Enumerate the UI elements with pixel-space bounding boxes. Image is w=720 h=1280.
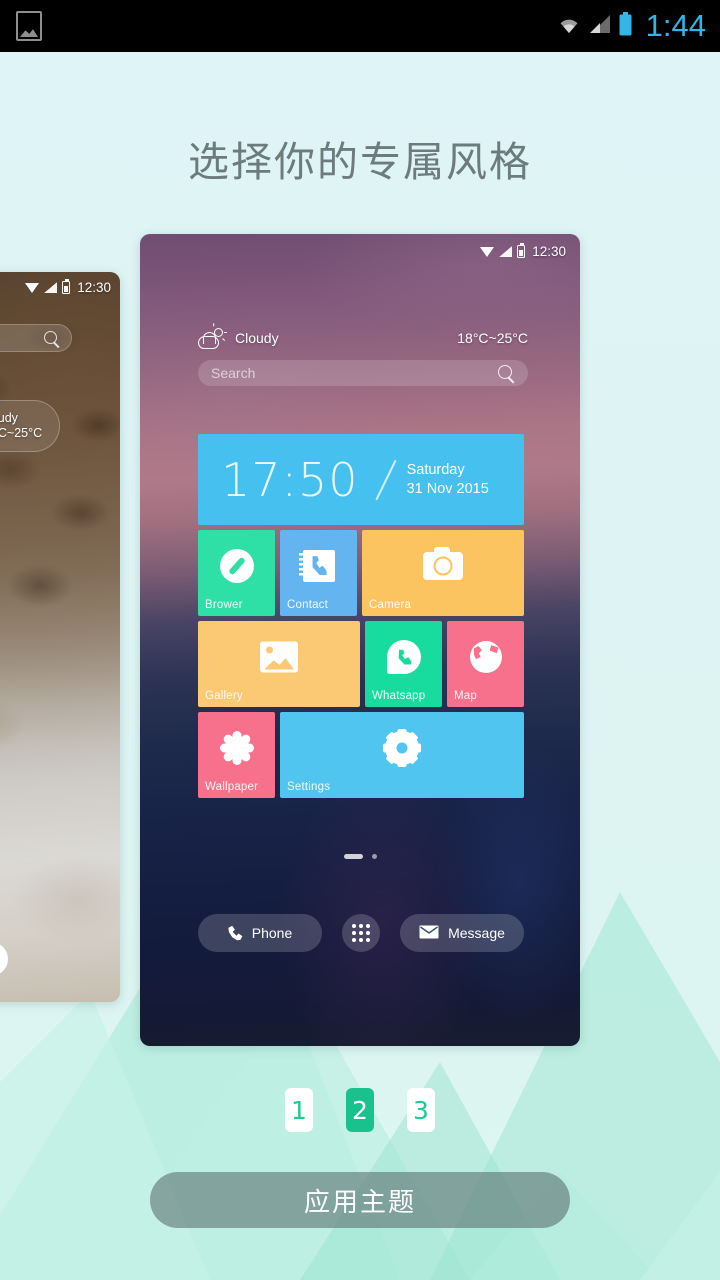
tile-gallery[interactable]: Gallery [198,621,360,707]
battery-icon [62,279,71,294]
slash-divider [369,450,403,510]
preview-tile-grid: 17:50 Saturday 31 Nov 2015 Brower Contac… [198,434,524,803]
page-title: 选择你的专属风格 [188,138,532,186]
tile-settings[interactable]: Settings [280,712,524,798]
tile-row: 17:50 Saturday 31 Nov 2015 [198,434,524,525]
status-bar-left [16,11,42,41]
phone-icon [228,926,243,941]
compass-icon [219,549,254,584]
contact-book-icon [298,550,335,583]
pagination-item-2[interactable]: 2 [346,1088,374,1132]
apply-theme-button[interactable]: 应用主题 [150,1172,570,1228]
tile-label: Contact [287,599,329,611]
tile-label: Map [454,690,477,702]
pagination-item-3[interactable]: 3 [407,1088,435,1132]
system-status-bar: 1:44 [0,0,720,52]
wifi-icon [556,14,582,39]
signal-icon [589,14,611,39]
tile-whatsapp[interactable]: Whatsapp [365,621,442,707]
pagination-item-1[interactable]: 1 [285,1088,313,1132]
mail-icon [419,925,439,942]
battery-icon [618,11,633,41]
camera-icon [423,547,463,581]
photo-icon [260,641,298,673]
weather-condition: Cloudy [235,330,279,346]
tile-row: Gallery Whatsapp Map [198,621,524,707]
preview-app-labels: Camera Map Contact [0,272,120,1002]
preview-clock: 12:30 [532,244,566,259]
dock-message-label: Message [448,925,505,941]
tile-label: Wallpaper [205,781,259,793]
theme-preview-card-main[interactable]: 12:30 Cloudy 18°C~25°C Search 17:50 Satu… [140,234,580,1046]
weather-temperature: 18°C~25°C [457,330,528,346]
wifi-icon [25,282,40,293]
globe-icon [469,641,502,674]
clock-date-value: 31 Nov 2015 [406,480,489,497]
search-placeholder: Search [211,365,256,381]
wifi-icon [480,246,495,257]
search-icon [498,365,512,379]
app-drawer-icon[interactable] [342,914,380,952]
preview-search-bar[interactable]: Search [198,360,528,386]
page-indicator-dot[interactable] [371,854,377,859]
tile-camera[interactable]: Camera [362,530,524,616]
tile-row: Brower Contact Camera [198,530,524,616]
tile-brower[interactable]: Brower [198,530,275,616]
theme-preview-card-left[interactable]: 12:30 Cloudy 18°C~25°C Camera Map Contac… [0,272,120,1002]
tile-label: Brower [205,599,243,611]
signal-icon [44,282,58,293]
clock-widget-tile[interactable]: 17:50 Saturday 31 Nov 2015 [198,434,524,525]
battery-icon [517,243,526,258]
preview-weather-row[interactable]: Cloudy 18°C~25°C [198,322,528,349]
tile-label: Settings [287,781,331,793]
gallery-icon [16,11,42,41]
status-bar-right: 1:44 [556,8,706,44]
preview-status-bar-left: 12:30 [25,279,111,295]
preview-dock: Phone Message [198,914,524,952]
dock-phone-button[interactable]: Phone [198,914,322,952]
theme-pagination: 1 2 3 [0,1088,720,1132]
preview-clock: 12:30 [77,280,111,295]
partly-cloudy-icon [198,322,227,349]
clock-time: 17:50 [221,452,359,507]
dock-phone-label: Phone [251,925,293,941]
tile-wallpaper[interactable]: Wallpaper [198,712,275,798]
flower-icon [219,730,255,766]
page-indicator-active[interactable] [343,854,363,859]
tile-row: Wallpaper Settings [198,712,524,798]
clock-date: Saturday 31 Nov 2015 [407,461,489,499]
gear-icon [383,729,421,768]
status-bar-clock: 1:44 [645,8,706,43]
home-page-indicator [140,854,580,859]
whatsapp-icon [386,640,421,675]
tile-label: Camera [369,599,412,611]
tile-contact[interactable]: Contact [280,530,357,616]
signal-icon [499,246,513,257]
tile-map[interactable]: Map [447,621,524,707]
clock-weekday: Saturday [406,461,465,478]
tile-label: Gallery [205,690,243,702]
dock-message-button[interactable]: Message [400,914,524,952]
preview-status-bar-main: 12:30 [480,243,566,259]
tile-label: Whatsapp [372,690,426,702]
